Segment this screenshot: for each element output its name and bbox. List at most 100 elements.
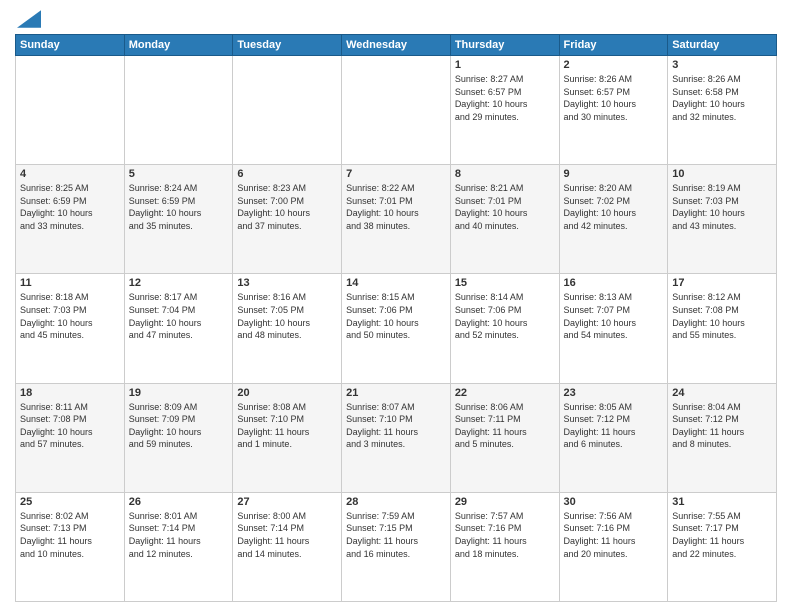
calendar-cell: 7 Sunrise: 8:22 AM Sunset: 7:01 PM Daylig… <box>342 165 451 274</box>
day-content: Sunrise: 8:23 AM Sunset: 7:00 PM Dayligh… <box>237 182 337 232</box>
day-number: 8 <box>455 168 555 180</box>
calendar-week-row: 1 Sunrise: 8:27 AM Sunset: 6:57 PM Daylig… <box>16 56 777 165</box>
day-content: Sunrise: 8:21 AM Sunset: 7:01 PM Dayligh… <box>455 182 555 232</box>
calendar-week-row: 18Sunrise: 8:11 AM Sunset: 7:08 PM Dayli… <box>16 383 777 492</box>
calendar-week-row: 25 Sunrise: 8:02 AM Sunset: 7:13 PM Dayli… <box>16 492 777 601</box>
day-content: Sunrise: 7:55 AM Sunset: 7:17 PM Dayligh… <box>672 510 772 560</box>
calendar-table: SundayMondayTuesdayWednesdayThursdayFrid… <box>15 34 777 602</box>
calendar-cell: 2 Sunrise: 8:26 AM Sunset: 6:57 PM Daylig… <box>559 56 668 165</box>
calendar-cell: 15 Sunrise: 8:14 AM Sunset: 7:06 PM Dayli… <box>450 274 559 383</box>
day-content: Sunrise: 8:16 AM Sunset: 7:05 PM Dayligh… <box>237 291 337 341</box>
calendar-cell: 10 Sunrise: 8:19 AM Sunset: 7:03 PM Dayli… <box>668 165 777 274</box>
day-number: 6 <box>237 168 337 180</box>
weekday-header-sunday: Sunday <box>16 35 125 56</box>
weekday-header-row: SundayMondayTuesdayWednesdayThursdayFrid… <box>16 35 777 56</box>
day-content: Sunrise: 8:24 AM Sunset: 6:59 PM Dayligh… <box>129 182 229 232</box>
calendar-cell <box>233 56 342 165</box>
day-number: 14 <box>346 277 446 289</box>
day-number: 25 <box>20 496 120 508</box>
day-content: Sunrise: 8:04 AM Sunset: 7:12 PM Dayligh… <box>672 401 772 451</box>
day-content: Sunrise: 8:00 AM Sunset: 7:14 PM Dayligh… <box>237 510 337 560</box>
calendar-cell: 12Sunrise: 8:17 AM Sunset: 7:04 PM Dayli… <box>124 274 233 383</box>
calendar-cell: 18Sunrise: 8:11 AM Sunset: 7:08 PM Dayli… <box>16 383 125 492</box>
day-content: Sunrise: 8:25 AM Sunset: 6:59 PM Dayligh… <box>20 182 120 232</box>
day-number: 9 <box>564 168 664 180</box>
weekday-header-monday: Monday <box>124 35 233 56</box>
day-content: Sunrise: 7:56 AM Sunset: 7:16 PM Dayligh… <box>564 510 664 560</box>
weekday-header-thursday: Thursday <box>450 35 559 56</box>
calendar-cell: 31 Sunrise: 7:55 AM Sunset: 7:17 PM Dayli… <box>668 492 777 601</box>
day-number: 20 <box>237 387 337 399</box>
day-number: 2 <box>564 59 664 71</box>
day-content: Sunrise: 8:20 AM Sunset: 7:02 PM Dayligh… <box>564 182 664 232</box>
day-number: 24 <box>672 387 772 399</box>
calendar-cell: 30 Sunrise: 7:56 AM Sunset: 7:16 PM Dayli… <box>559 492 668 601</box>
calendar-week-row: 11Sunrise: 8:18 AM Sunset: 7:03 PM Dayli… <box>16 274 777 383</box>
day-content: Sunrise: 8:13 AM Sunset: 7:07 PM Dayligh… <box>564 291 664 341</box>
day-number: 31 <box>672 496 772 508</box>
day-number: 26 <box>129 496 229 508</box>
day-number: 10 <box>672 168 772 180</box>
calendar-cell: 1 Sunrise: 8:27 AM Sunset: 6:57 PM Daylig… <box>450 56 559 165</box>
calendar-cell: 23Sunrise: 8:05 AM Sunset: 7:12 PM Dayli… <box>559 383 668 492</box>
day-content: Sunrise: 8:27 AM Sunset: 6:57 PM Dayligh… <box>455 73 555 123</box>
calendar-cell: 4 Sunrise: 8:25 AM Sunset: 6:59 PM Daylig… <box>16 165 125 274</box>
calendar-cell: 28Sunrise: 7:59 AM Sunset: 7:15 PM Dayli… <box>342 492 451 601</box>
calendar-cell: 13 Sunrise: 8:16 AM Sunset: 7:05 PM Dayli… <box>233 274 342 383</box>
day-number: 22 <box>455 387 555 399</box>
calendar-cell: 27Sunrise: 8:00 AM Sunset: 7:14 PM Dayli… <box>233 492 342 601</box>
calendar-cell: 21Sunrise: 8:07 AM Sunset: 7:10 PM Dayli… <box>342 383 451 492</box>
day-content: Sunrise: 8:15 AM Sunset: 7:06 PM Dayligh… <box>346 291 446 341</box>
day-number: 7 <box>346 168 446 180</box>
calendar-cell <box>342 56 451 165</box>
day-content: Sunrise: 8:01 AM Sunset: 7:14 PM Dayligh… <box>129 510 229 560</box>
calendar-cell: 20 Sunrise: 8:08 AM Sunset: 7:10 PM Dayli… <box>233 383 342 492</box>
calendar-cell <box>16 56 125 165</box>
day-content: Sunrise: 8:12 AM Sunset: 7:08 PM Dayligh… <box>672 291 772 341</box>
calendar-cell: 3Sunrise: 8:26 AM Sunset: 6:58 PM Daylig… <box>668 56 777 165</box>
day-number: 16 <box>564 277 664 289</box>
day-content: Sunrise: 8:09 AM Sunset: 7:09 PM Dayligh… <box>129 401 229 451</box>
calendar-cell <box>124 56 233 165</box>
day-number: 21 <box>346 387 446 399</box>
calendar-cell: 8 Sunrise: 8:21 AM Sunset: 7:01 PM Daylig… <box>450 165 559 274</box>
day-content: Sunrise: 8:26 AM Sunset: 6:57 PM Dayligh… <box>564 73 664 123</box>
day-number: 1 <box>455 59 555 71</box>
calendar-cell: 6 Sunrise: 8:23 AM Sunset: 7:00 PM Daylig… <box>233 165 342 274</box>
header <box>15 10 777 28</box>
weekday-header-friday: Friday <box>559 35 668 56</box>
day-number: 13 <box>237 277 337 289</box>
day-content: Sunrise: 7:57 AM Sunset: 7:16 PM Dayligh… <box>455 510 555 560</box>
day-number: 11 <box>20 277 120 289</box>
day-number: 3 <box>672 59 772 71</box>
day-number: 28 <box>346 496 446 508</box>
weekday-header-tuesday: Tuesday <box>233 35 342 56</box>
day-number: 5 <box>129 168 229 180</box>
day-number: 15 <box>455 277 555 289</box>
logo <box>15 10 41 28</box>
day-number: 30 <box>564 496 664 508</box>
calendar-cell: 19Sunrise: 8:09 AM Sunset: 7:09 PM Dayli… <box>124 383 233 492</box>
day-number: 29 <box>455 496 555 508</box>
calendar-cell: 29 Sunrise: 7:57 AM Sunset: 7:16 PM Dayli… <box>450 492 559 601</box>
weekday-header-wednesday: Wednesday <box>342 35 451 56</box>
day-content: Sunrise: 8:05 AM Sunset: 7:12 PM Dayligh… <box>564 401 664 451</box>
day-content: Sunrise: 8:14 AM Sunset: 7:06 PM Dayligh… <box>455 291 555 341</box>
logo-icon <box>17 10 41 28</box>
calendar-cell: 24 Sunrise: 8:04 AM Sunset: 7:12 PM Dayli… <box>668 383 777 492</box>
page: SundayMondayTuesdayWednesdayThursdayFrid… <box>0 0 792 612</box>
day-content: Sunrise: 8:19 AM Sunset: 7:03 PM Dayligh… <box>672 182 772 232</box>
day-number: 17 <box>672 277 772 289</box>
day-content: Sunrise: 8:06 AM Sunset: 7:11 PM Dayligh… <box>455 401 555 451</box>
calendar-cell: 16 Sunrise: 8:13 AM Sunset: 7:07 PM Dayli… <box>559 274 668 383</box>
day-number: 4 <box>20 168 120 180</box>
day-number: 12 <box>129 277 229 289</box>
day-content: Sunrise: 8:22 AM Sunset: 7:01 PM Dayligh… <box>346 182 446 232</box>
calendar-week-row: 4 Sunrise: 8:25 AM Sunset: 6:59 PM Daylig… <box>16 165 777 274</box>
day-content: Sunrise: 8:11 AM Sunset: 7:08 PM Dayligh… <box>20 401 120 451</box>
day-content: Sunrise: 8:08 AM Sunset: 7:10 PM Dayligh… <box>237 401 337 451</box>
calendar-cell: 9 Sunrise: 8:20 AM Sunset: 7:02 PM Daylig… <box>559 165 668 274</box>
calendar-cell: 11Sunrise: 8:18 AM Sunset: 7:03 PM Dayli… <box>16 274 125 383</box>
calendar-cell: 14 Sunrise: 8:15 AM Sunset: 7:06 PM Dayli… <box>342 274 451 383</box>
day-content: Sunrise: 8:02 AM Sunset: 7:13 PM Dayligh… <box>20 510 120 560</box>
